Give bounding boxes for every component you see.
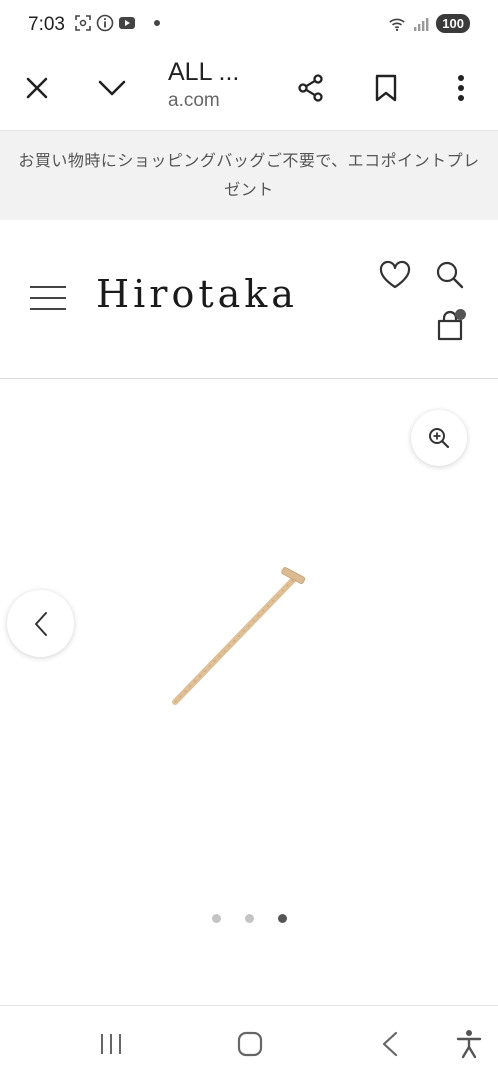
product-image (172, 567, 306, 705)
share-button[interactable] (289, 66, 333, 110)
site-logo[interactable]: Hirotaka (96, 272, 298, 316)
menu-icon-line (30, 308, 66, 310)
image-pager (0, 914, 498, 923)
notification-dot (154, 20, 160, 26)
site-header: Hirotaka (0, 220, 498, 379)
battery-indicator: 100 (436, 14, 470, 33)
cart-badge (455, 309, 466, 320)
home-icon (237, 1031, 263, 1057)
close-tab-button[interactable] (15, 66, 59, 110)
share-icon (298, 74, 323, 102)
pager-dot[interactable] (211, 914, 221, 923)
status-notification-icons (74, 14, 160, 32)
screenshot-icon (74, 14, 92, 32)
product-gallery[interactable] (0, 379, 498, 1005)
wishlist-button[interactable] (377, 257, 413, 293)
accessibility-button[interactable] (449, 1024, 489, 1064)
status-system-icons: 100 (388, 14, 470, 33)
recent-apps-icon (101, 1034, 121, 1054)
page-title: ALL ... (168, 58, 240, 86)
menu-icon (30, 286, 66, 288)
cart-button[interactable] (432, 307, 468, 343)
recent-apps-button[interactable] (91, 1024, 131, 1064)
zoom-button[interactable] (411, 410, 467, 466)
back-icon (382, 1031, 398, 1057)
promo-banner[interactable]: お買い物時にショッピングバッグご不要で、エコポイントプレゼント (0, 131, 498, 220)
pager-dot-active[interactable] (277, 914, 287, 923)
url-bar[interactable]: ALL ... a.com (168, 56, 278, 114)
status-time: 7:03 (28, 14, 65, 35)
pager-dot[interactable] (244, 914, 254, 923)
wifi-icon (388, 15, 406, 33)
search-icon (436, 261, 464, 289)
chevron-left-icon (34, 611, 47, 636)
bookmark-button[interactable] (364, 66, 408, 110)
page-domain: a.com (168, 90, 220, 111)
menu-button[interactable] (30, 286, 66, 314)
promo-text: お買い物時にショッピングバッグご不要で、エコポイントプレゼント (18, 153, 480, 199)
youtube-icon (118, 14, 136, 32)
minimize-button[interactable] (90, 66, 134, 110)
signal-icon (412, 15, 430, 33)
previous-image-button[interactable] (7, 590, 74, 657)
zoom-in-icon (429, 428, 450, 449)
back-button[interactable] (370, 1024, 410, 1064)
menu-icon-line (30, 297, 66, 299)
status-bar: 7:03 100 (0, 0, 498, 50)
browser-toolbar: ALL ... a.com (0, 50, 498, 131)
info-icon (96, 14, 114, 32)
more-vert-icon (458, 75, 464, 101)
bookmark-icon (375, 74, 397, 102)
search-button[interactable] (432, 257, 468, 293)
home-button[interactable] (230, 1024, 270, 1064)
more-options-button[interactable] (439, 66, 483, 110)
chevron-down-icon (98, 80, 126, 96)
system-navigation-bar (0, 1005, 498, 1081)
heart-icon (379, 260, 411, 289)
close-icon (26, 77, 48, 99)
accessibility-icon (456, 1030, 482, 1059)
